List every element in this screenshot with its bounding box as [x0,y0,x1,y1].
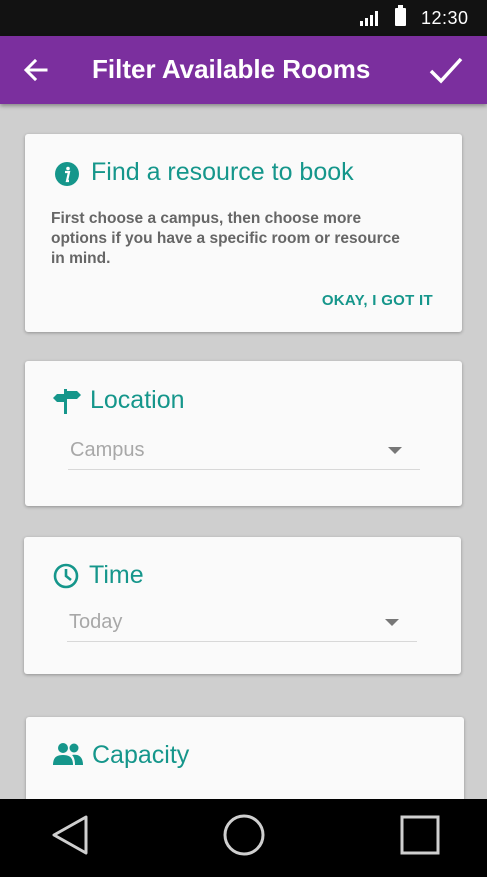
campus-select-value: Campus [70,439,145,461]
campus-select[interactable]: Campus [68,435,420,470]
page-title: Filter Available Rooms [92,54,371,84]
signal-icon [360,11,378,26]
recents-square-icon[interactable] [398,813,442,857]
location-card: Location Campus [25,361,462,506]
clock-icon [53,563,79,589]
time-select[interactable]: Today [67,607,417,642]
app-bar: Filter Available Rooms [0,36,487,104]
arrow-back-icon[interactable] [22,56,50,84]
info-card-body: First choose a campus, then choose more … [51,209,411,269]
home-circle-icon[interactable] [222,813,266,857]
info-line: First choose a campus, then choose more [51,210,362,227]
info-card: Find a resource to book First choose a c… [25,134,462,332]
status-time: 12:30 [421,8,469,28]
system-nav-bar [0,799,487,877]
info-card-title: Find a resource to book [91,158,354,186]
status-bar: 12:30 [0,0,487,36]
info-line: options if you have a specific room or r… [51,230,400,247]
time-card: Time Today [24,537,461,674]
time-title: Time [89,561,144,589]
okay-got-it-button[interactable]: OKAY, I GOT IT [322,292,433,309]
signpost-icon [53,389,81,414]
people-icon [53,743,83,765]
back-triangle-icon[interactable] [48,813,92,857]
dropdown-caret-icon [388,447,402,454]
dropdown-caret-icon [385,619,399,626]
battery-icon [395,5,406,26]
capacity-title: Capacity [92,741,190,769]
info-line: in mind. [51,250,111,267]
location-title: Location [90,386,185,414]
info-icon [55,162,79,186]
check-icon[interactable] [428,54,464,86]
time-select-value: Today [69,611,123,633]
